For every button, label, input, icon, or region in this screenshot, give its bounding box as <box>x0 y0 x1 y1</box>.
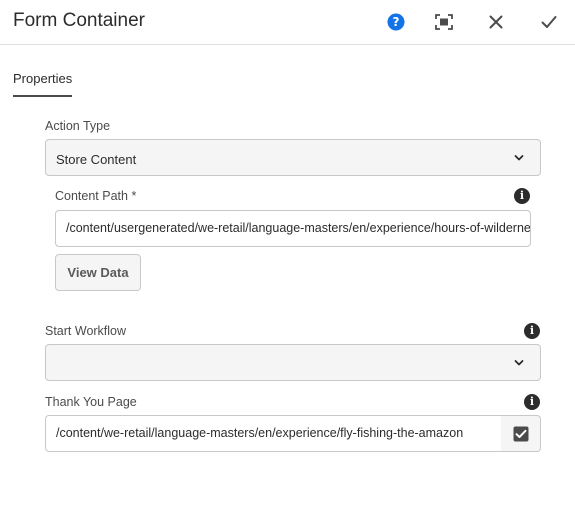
checkbox-icon <box>513 426 528 441</box>
start-workflow-label: Start Workflow <box>45 324 127 338</box>
info-icon[interactable]: i <box>524 323 540 339</box>
check-icon <box>541 16 557 28</box>
svg-text:?: ? <box>393 15 400 29</box>
close-button[interactable] <box>485 11 507 33</box>
start-workflow-select[interactable] <box>45 344 541 381</box>
action-type-label: Action Type <box>45 119 111 133</box>
fullscreen-icon <box>435 14 453 30</box>
help-icon: ? <box>387 13 405 31</box>
info-icon[interactable]: i <box>524 394 540 410</box>
thank-you-page-label: Thank You Page <box>45 395 137 409</box>
dialog-header: Form Container ? <box>0 0 575 45</box>
content-path-input[interactable]: /content/usergenerated/we-retail/languag… <box>55 210 531 247</box>
tab-properties[interactable]: Properties <box>13 71 73 97</box>
chevron-down-icon <box>514 359 524 365</box>
action-type-value: Store Content <box>56 152 137 167</box>
view-data-button[interactable]: View Data <box>55 254 141 291</box>
content-path-label: Content Path * <box>55 189 137 203</box>
action-type-select[interactable]: Store Content <box>45 139 541 176</box>
thank-you-page-input[interactable]: /content/we-retail/language-masters/en/e… <box>45 415 502 452</box>
info-icon[interactable]: i <box>514 188 530 204</box>
close-icon <box>489 15 503 29</box>
help-button[interactable]: ? <box>385 11 407 33</box>
fullscreen-button[interactable] <box>433 11 455 33</box>
path-picker-button[interactable] <box>501 415 541 452</box>
done-button[interactable] <box>538 11 560 33</box>
chevron-down-icon <box>514 154 524 160</box>
dialog-title: Form Container <box>13 10 145 31</box>
